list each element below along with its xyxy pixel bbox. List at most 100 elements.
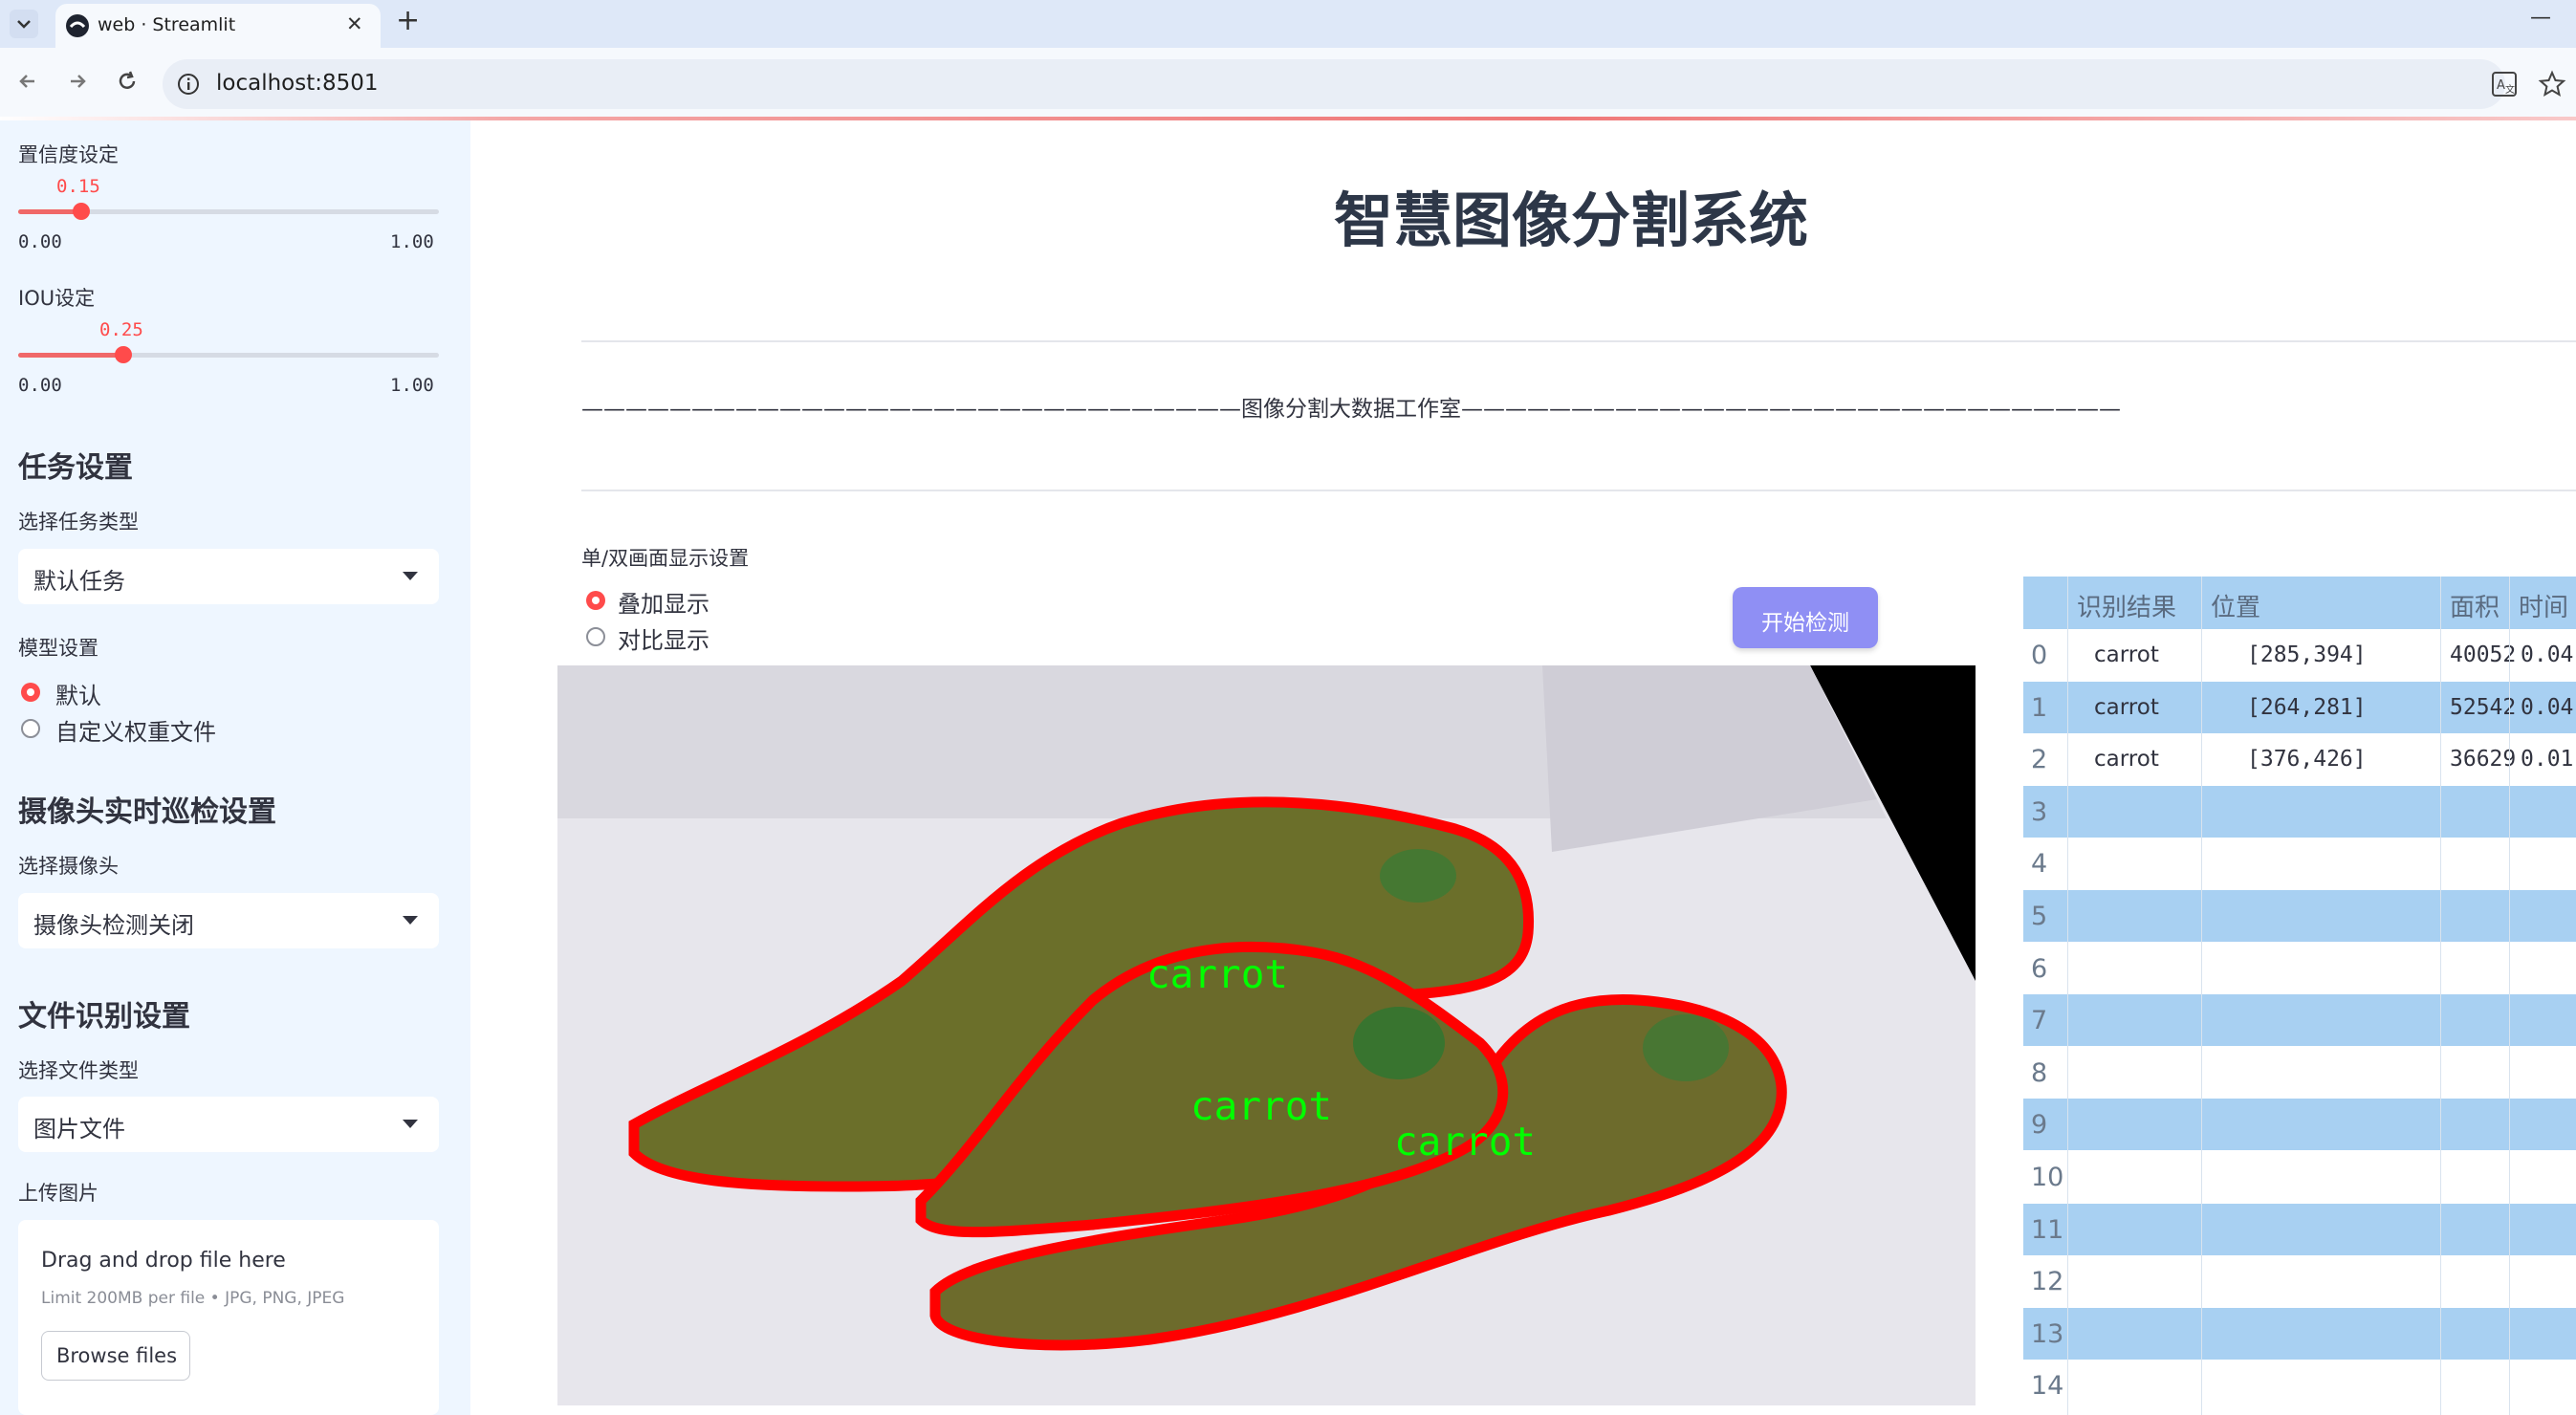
table-row[interactable]: 6 xyxy=(2023,942,2576,994)
row-index: 13 xyxy=(2031,1318,2064,1349)
cell-area: 40052 xyxy=(2450,642,2517,667)
divider xyxy=(581,490,2576,491)
table-row[interactable]: 14 xyxy=(2023,1360,2576,1412)
iou-slider-thumb[interactable] xyxy=(115,346,132,363)
camera-select-label: 选择摄像头 xyxy=(18,855,119,878)
overlay-display-radio[interactable] xyxy=(586,591,605,610)
model-default-radio[interactable] xyxy=(21,683,40,702)
table-row[interactable]: 12 xyxy=(2023,1255,2576,1308)
divider xyxy=(581,340,2576,342)
col-header-position[interactable]: 位置 xyxy=(2211,577,2260,629)
browse-files-label: Browse files xyxy=(55,1344,178,1367)
upload-label: 上传图片 xyxy=(18,1182,98,1205)
url-text: localhost:8501 xyxy=(216,71,379,96)
cell-time: 0.04 xyxy=(2521,694,2574,720)
confidence-label: 置信度设定 xyxy=(18,143,119,166)
dropzone-text: Drag and drop file here xyxy=(41,1249,286,1273)
model-custom-label[interactable]: 自定义权重文件 xyxy=(55,713,216,747)
bookmark-star-icon[interactable] xyxy=(2538,70,2566,98)
table-row[interactable]: 10 xyxy=(2023,1151,2576,1203)
row-index: 2 xyxy=(2031,745,2048,775)
iou-label: IOU设定 xyxy=(18,287,96,310)
col-header-result[interactable]: 识别结果 xyxy=(2077,577,2176,629)
new-tab-icon[interactable]: + xyxy=(396,4,420,37)
file-type-value: 图片文件 xyxy=(33,1116,125,1143)
col-header-time[interactable]: 时间 xyxy=(2519,577,2568,629)
iou-value: 0.25 xyxy=(99,319,143,340)
cell-result: carrot xyxy=(2094,642,2159,667)
cell-area: 52542 xyxy=(2450,694,2517,720)
overlay-display-label[interactable]: 叠加显示 xyxy=(618,585,709,619)
table-row[interactable]: 8 xyxy=(2023,1046,2576,1099)
table-row[interactable]: 13 xyxy=(2023,1307,2576,1360)
compare-display-radio[interactable] xyxy=(586,627,605,646)
iou-max: 1.00 xyxy=(390,375,434,396)
table-row[interactable]: 4 xyxy=(2023,838,2576,890)
forward-arrow-icon[interactable] xyxy=(63,67,92,96)
minimize-icon[interactable]: — xyxy=(2530,6,2551,30)
table-row[interactable]: 7 xyxy=(2023,994,2576,1047)
detection-label-3: carrot xyxy=(1394,1119,1536,1165)
file-dropzone[interactable]: Drag and drop file here Limit 200MB per … xyxy=(18,1220,439,1415)
confidence-slider-thumb[interactable] xyxy=(73,203,90,220)
row-index: 5 xyxy=(2031,902,2048,931)
chevron-down-icon xyxy=(403,1120,418,1128)
back-arrow-icon[interactable] xyxy=(13,67,42,96)
svg-text:A: A xyxy=(2497,78,2505,93)
row-index: 9 xyxy=(2031,1110,2048,1141)
tab-list-dropdown-button[interactable] xyxy=(10,10,38,38)
dropzone-limit-text: Limit 200MB per file • JPG, PNG, JPEG xyxy=(41,1289,345,1308)
col-header-area[interactable]: 面积 xyxy=(2450,577,2500,629)
task-type-select[interactable]: 默认任务 xyxy=(18,549,439,604)
page-title: 智慧图像分割系统 xyxy=(1334,185,1809,255)
column-divider xyxy=(2509,577,2510,1415)
studio-banner: ——————————————————————————————图像分割大数据工作室… xyxy=(581,397,2121,422)
row-index: 6 xyxy=(2031,953,2048,984)
camera-select-value: 摄像头检测关闭 xyxy=(33,912,194,939)
table-row[interactable]: 11 xyxy=(2023,1203,2576,1255)
cell-position: [264,281] xyxy=(2247,694,2367,720)
model-default-label[interactable]: 默认 xyxy=(55,677,101,710)
tab-close-icon[interactable]: ✕ xyxy=(346,12,363,35)
compare-display-label[interactable]: 对比显示 xyxy=(618,621,709,655)
chevron-down-icon xyxy=(17,20,31,29)
file-type-label: 选择文件类型 xyxy=(18,1059,139,1082)
model-settings-label: 模型设置 xyxy=(18,637,98,660)
camera-select[interactable]: 摄像头检测关闭 xyxy=(18,893,439,948)
column-divider xyxy=(2440,577,2441,1415)
file-settings-heading: 文件识别设置 xyxy=(18,1000,190,1034)
row-index: 8 xyxy=(2031,1057,2048,1088)
confidence-value: 0.15 xyxy=(56,176,100,197)
table-row[interactable]: 3 xyxy=(2023,785,2576,838)
row-index: 0 xyxy=(2031,641,2048,670)
detection-label-1: carrot xyxy=(1146,951,1288,997)
task-settings-heading: 任务设置 xyxy=(18,451,133,485)
address-bar[interactable]: localhost:8501 A文 xyxy=(163,59,2566,109)
site-info-icon[interactable] xyxy=(176,72,201,97)
table-row[interactable]: 2 carrot [376,426] 36629 0.01 xyxy=(2023,733,2576,786)
table-row[interactable]: 0 carrot [285,394] 40052 0.04 xyxy=(2023,629,2576,681)
row-index: 10 xyxy=(2031,1163,2064,1192)
streamlit-favicon-icon xyxy=(66,14,89,37)
svg-text:文: 文 xyxy=(2505,83,2515,96)
model-custom-radio[interactable] xyxy=(21,719,40,738)
table-row[interactable]: 1 carrot [264,281] 52542 0.04 xyxy=(2023,681,2576,733)
cell-result: carrot xyxy=(2094,694,2159,720)
cell-area: 36629 xyxy=(2450,747,2517,773)
table-row[interactable]: 9 xyxy=(2023,1099,2576,1151)
translate-icon[interactable]: A文 xyxy=(2490,70,2519,98)
browser-tab[interactable]: web · Streamlit ✕ xyxy=(55,4,381,48)
browse-files-button[interactable]: Browse files xyxy=(41,1331,190,1381)
row-index: 3 xyxy=(2031,796,2048,827)
confidence-min: 0.00 xyxy=(18,231,62,252)
task-type-value: 默认任务 xyxy=(33,568,125,595)
file-type-select[interactable]: 图片文件 xyxy=(18,1097,439,1152)
reload-icon[interactable] xyxy=(113,67,142,96)
row-index: 14 xyxy=(2031,1371,2064,1402)
start-detection-button[interactable]: 开始检测 xyxy=(1733,587,1878,648)
table-row[interactable]: 5 xyxy=(2023,890,2576,942)
cell-position: [376,426] xyxy=(2247,747,2367,773)
tab-title: web · Streamlit xyxy=(98,14,236,35)
task-type-label: 选择任务类型 xyxy=(18,511,139,533)
results-table[interactable]: 识别结果 位置 面积 时间 0 carrot [285,394] 40052 0.04 1… xyxy=(2023,577,2576,1415)
